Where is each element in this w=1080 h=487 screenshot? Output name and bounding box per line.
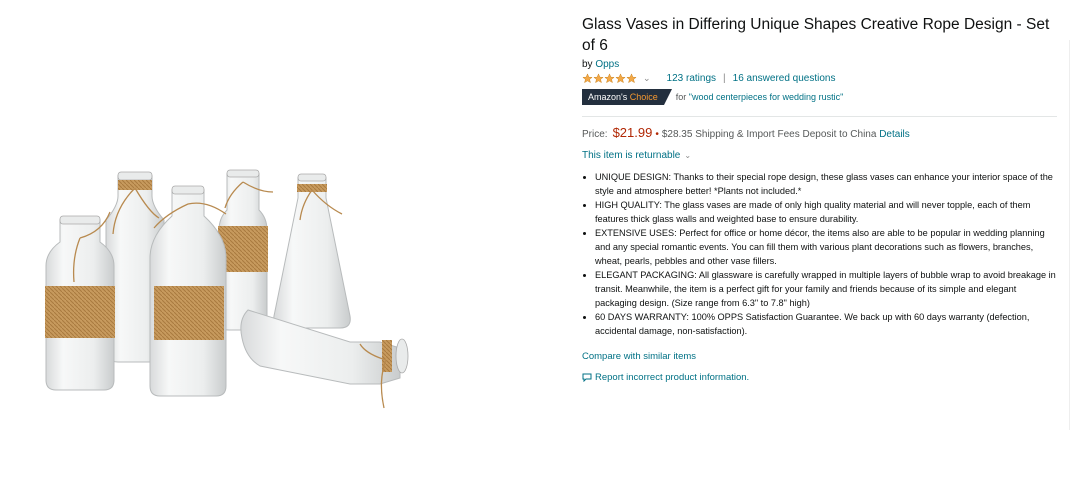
feature-bullet-item: UNIQUE DESIGN: Thanks to their special r… — [595, 170, 1057, 198]
compare-similar-link[interactable]: Compare with similar items — [582, 351, 696, 362]
badge-amazons-text: Amazon's — [588, 92, 628, 102]
speech-bubble-icon — [582, 373, 592, 382]
feature-bullet-item: 60 DAYS WARRANTY: 100% OPPS Satisfaction… — [595, 310, 1057, 338]
choice-keyword-link[interactable]: "wood centerpieces for wedding rustic" — [689, 92, 843, 102]
price-value: $21.99 — [612, 125, 653, 140]
amazons-choice-row: Amazon's Choice for "wood centerpieces f… — [582, 89, 1057, 105]
rating-separator: | — [723, 73, 726, 84]
product-title: Glass Vases in Differing Unique Shapes C… — [582, 16, 1050, 54]
chevron-down-icon[interactable]: ⌄ — [684, 151, 691, 160]
compare-row: Compare with similar items — [582, 351, 1057, 362]
star-icon — [615, 73, 626, 84]
amazons-choice-badge[interactable]: Amazon's Choice — [582, 89, 664, 105]
feature-bullet-item: HIGH QUALITY: The glass vases are made o… — [595, 198, 1057, 226]
star-rating[interactable] — [582, 73, 637, 84]
badge-tail-shape — [663, 89, 672, 105]
report-row: Report incorrect product information. — [582, 372, 1057, 383]
product-details: Glass Vases in Differing Unique Shapes C… — [582, 14, 1057, 383]
star-icon — [604, 73, 615, 84]
product-image-vases[interactable] — [30, 160, 430, 420]
feature-bullet-item: EXTENSIVE USES: Perfect for office or ho… — [595, 226, 1057, 268]
section-divider — [582, 116, 1057, 117]
rating-row: ⌄ 123 ratings | 16 answered questions — [582, 73, 1057, 84]
star-icon — [626, 73, 637, 84]
feature-bullets: UNIQUE DESIGN: Thanks to their special r… — [582, 170, 1057, 338]
brand-link[interactable]: Opps — [595, 59, 619, 70]
chevron-down-icon[interactable]: ⌄ — [643, 73, 651, 84]
byline-prefix: by — [582, 59, 593, 70]
choice-for-prefix: for — [675, 92, 687, 102]
feature-bullet-item: ELEGANT PACKAGING: All glassware is care… — [595, 268, 1057, 310]
returnable-row[interactable]: This item is returnable ⌄ — [582, 150, 1057, 161]
returnable-link[interactable]: This item is returnable — [582, 150, 680, 161]
star-icon — [593, 73, 604, 84]
report-incorrect-info-link[interactable]: Report incorrect product information. — [595, 372, 749, 383]
price-bullet: • — [655, 129, 659, 140]
product-image-pane — [0, 0, 560, 487]
choice-keyword-text: for "wood centerpieces for wedding rusti… — [676, 92, 844, 102]
star-icon — [582, 73, 593, 84]
answered-questions-link[interactable]: 16 answered questions — [733, 73, 836, 84]
shipping-details-link[interactable]: Details — [879, 129, 910, 140]
price-label: Price: — [582, 129, 608, 140]
shipping-fees-text: $28.35 Shipping & Import Fees Deposit to… — [661, 129, 877, 140]
ratings-count-link[interactable]: 123 ratings — [667, 73, 716, 84]
byline: by Opps — [582, 59, 1057, 70]
price-row: Price: $21.99 • $28.35 Shipping & Import… — [582, 125, 1057, 140]
badge-choice-text: Choice — [629, 92, 658, 102]
right-edge-divider — [1069, 40, 1070, 430]
